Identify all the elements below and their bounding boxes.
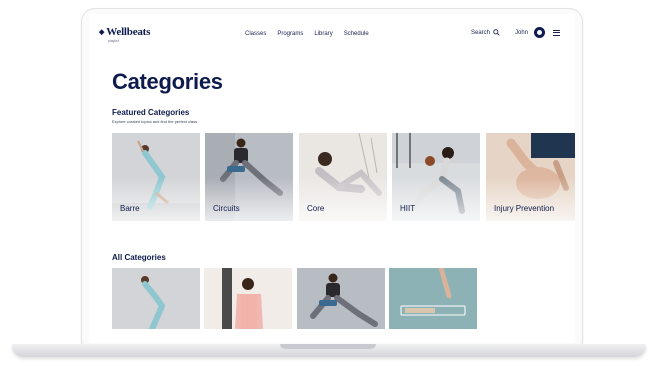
- avatar-icon[interactable]: [534, 27, 546, 38]
- site-header: ◆ Wellbeats playlist Classes Programs Li…: [89, 14, 575, 54]
- featured-subtitle: Explore curated topics and find the perf…: [112, 119, 198, 124]
- search-icon: [493, 29, 500, 36]
- category-card-hiit[interactable]: HIIT: [392, 133, 480, 221]
- all-category-card[interactable]: [112, 268, 200, 329]
- category-card-circuits[interactable]: Circuits: [205, 133, 293, 221]
- user-name[interactable]: John: [515, 30, 528, 36]
- card-label-injury-prevention: Injury Prevention: [494, 204, 555, 213]
- circuits-thumbnail: [297, 268, 385, 329]
- brand-subtitle: playlist: [108, 39, 119, 43]
- card-label-barre: Barre: [120, 204, 140, 213]
- card-label-core: Core: [307, 204, 325, 213]
- category-card-injury-prevention[interactable]: Injury Prevention: [486, 133, 575, 221]
- card-label-circuits: Circuits: [213, 204, 240, 213]
- teal-thumbnail: [389, 268, 477, 329]
- featured-title: Featured Categories: [112, 108, 190, 117]
- yoga-thumbnail: [204, 268, 292, 329]
- page-title: Categories: [112, 69, 223, 94]
- barre-thumbnail: [112, 268, 200, 329]
- diamond-icon: ◆: [99, 28, 105, 36]
- nav-classes[interactable]: Classes: [245, 31, 266, 37]
- all-category-card[interactable]: [389, 268, 477, 329]
- laptop-notch: [280, 344, 376, 349]
- all-category-card[interactable]: [204, 268, 292, 329]
- nav-programs[interactable]: Programs: [277, 31, 303, 37]
- browser-viewport: ◆ Wellbeats playlist Classes Programs Li…: [89, 14, 575, 343]
- all-categories-title: All Categories: [112, 253, 166, 262]
- card-label-hiit: HIIT: [400, 204, 416, 213]
- brand-name: Wellbeats: [106, 26, 151, 38]
- nav-schedule[interactable]: Schedule: [344, 31, 369, 37]
- search-label: Search: [471, 29, 491, 36]
- header-actions: Search John: [471, 27, 561, 38]
- all-category-card[interactable]: [297, 268, 385, 329]
- category-card-barre[interactable]: Barre: [112, 133, 200, 221]
- search-button[interactable]: Search: [471, 29, 500, 36]
- brand-logo[interactable]: ◆ Wellbeats playlist: [99, 26, 150, 43]
- main-nav: Classes Programs Library Schedule: [245, 31, 369, 37]
- nav-library[interactable]: Library: [314, 31, 332, 37]
- category-card-core[interactable]: Core: [299, 133, 387, 221]
- menu-icon[interactable]: [553, 29, 561, 36]
